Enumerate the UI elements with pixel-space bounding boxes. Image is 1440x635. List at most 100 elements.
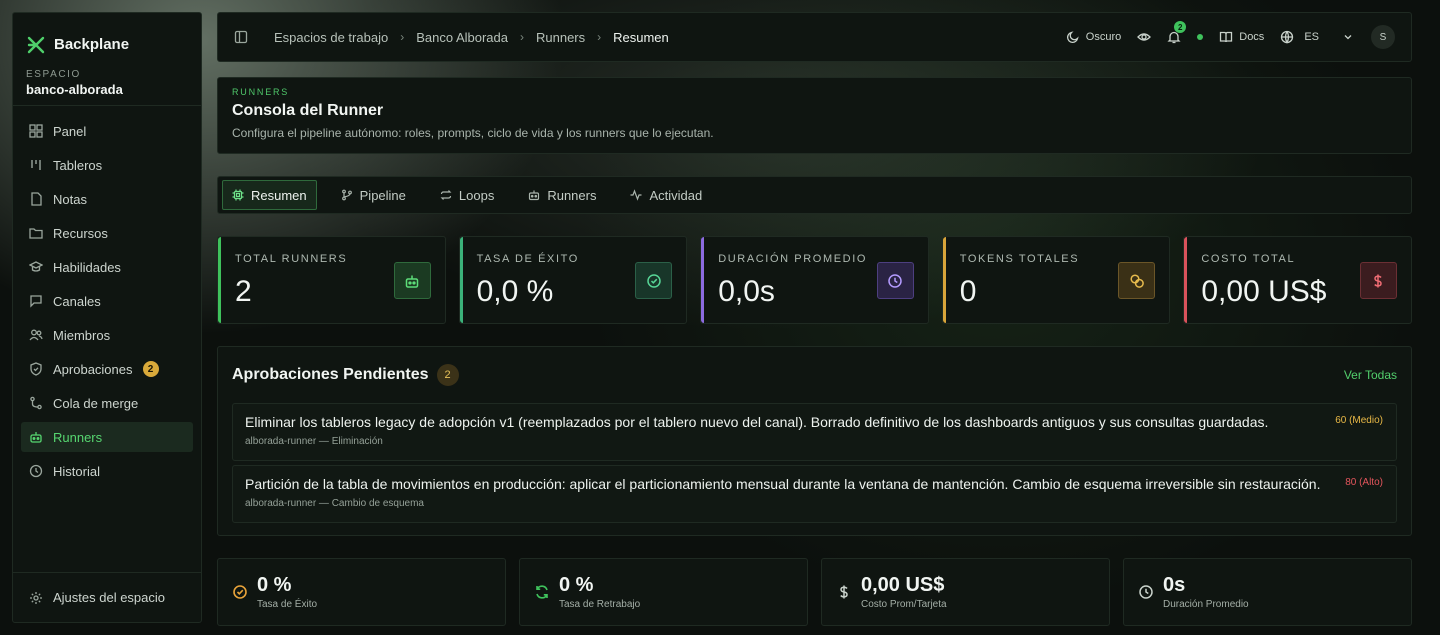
metric-label: Duración Promedio (1163, 599, 1249, 610)
eye-icon[interactable] (1137, 30, 1152, 44)
stat-card-avg-duration: DURACIÓN PROMEDIO 0,0s (700, 236, 929, 324)
chevron-right-icon: › (597, 30, 602, 44)
pending-approvals-header: Aprobaciones Pendientes 2 Ver Todas (232, 347, 1397, 403)
tab-label: Pipeline (359, 187, 406, 203)
stat-icon-box (635, 262, 673, 299)
file-icon (31, 192, 42, 206)
sidebar-item-label: Recursos (53, 225, 108, 241)
metric-card-success-rate: 0 % Tasa de Éxito (217, 558, 506, 626)
folder-icon (29, 228, 43, 239)
git-branch-icon (341, 189, 352, 201)
sidebar-item-runners[interactable]: Runners (21, 422, 193, 452)
view-all-approvals-link[interactable]: Ver Todas (1344, 368, 1397, 382)
sidebar-item-historial[interactable]: Historial (21, 456, 193, 486)
repeat-icon (440, 190, 452, 200)
breadcrumb-runners[interactable]: Runners (536, 30, 585, 45)
sidebar-item-label: Cola de merge (53, 395, 139, 411)
sidebar-nav: Panel Tableros Notas Recursos Habilidade… (13, 106, 201, 500)
approval-item-meta: alborada-runner — Cambio de esquema (245, 498, 424, 509)
sidebar-item-tableros[interactable]: Tableros (21, 150, 193, 180)
tab-label: Resumen (251, 187, 307, 203)
workspace-settings-link[interactable]: Ajustes del espacio (13, 572, 201, 622)
bot-icon (405, 275, 419, 288)
chevron-right-icon: › (400, 30, 405, 44)
sidebar-item-habilidades[interactable]: Habilidades (21, 252, 193, 282)
graduation-cap-icon (29, 261, 43, 272)
approval-item[interactable]: Partición de la tabla de movimientos en … (232, 465, 1397, 523)
tab-loops[interactable]: Loops (430, 180, 504, 210)
sidebar-item-canales[interactable]: Canales (21, 286, 193, 316)
breadcrumb-workspaces[interactable]: Espacios de trabajo (274, 30, 388, 45)
workspace-label: ESPACIO (26, 69, 81, 80)
shield-icon (30, 362, 42, 376)
stat-icon-box (1118, 262, 1156, 299)
tab-label: Runners (547, 187, 597, 203)
brand-name: Backplane (54, 36, 130, 53)
breadcrumb-current: Resumen (613, 29, 669, 45)
topbar: Espacios de trabajo › Banco Alborada › R… (217, 12, 1412, 62)
tab-runners[interactable]: Runners (518, 180, 606, 210)
sidebar-item-label: Canales (53, 293, 101, 309)
sidebar-item-label: Aprobaciones (53, 361, 133, 377)
avatar[interactable]: S (1371, 25, 1395, 49)
sidebar-item-notas[interactable]: Notas (21, 184, 193, 214)
tab-actividad[interactable]: Actividad (620, 180, 712, 210)
approval-risk-score: 80 (Alto) (1345, 477, 1383, 488)
sidebar-item-cola-de-merge[interactable]: Cola de merge (21, 388, 193, 418)
breadcrumb: Espacios de trabajo › Banco Alborada › R… (274, 30, 669, 45)
sidebar-item-label: Habilidades (53, 259, 121, 275)
sidebar-item-label: Notas (53, 191, 87, 207)
sidebar-item-label: Panel (53, 123, 87, 139)
chevron-down-icon (1344, 35, 1352, 40)
sidebar-item-panel[interactable]: Panel (21, 116, 193, 146)
tab-resumen[interactable]: Resumen (222, 180, 317, 210)
tab-pipeline[interactable]: Pipeline (331, 180, 416, 210)
theme-toggle-button[interactable]: Oscuro (1066, 30, 1121, 44)
approval-item-title: Eliminar los tableros legacy de adopción… (245, 414, 1269, 430)
metric-label: Tasa de Retrabajo (559, 599, 641, 610)
page-header: RUNNERS Consola del Runner Configura el … (217, 77, 1412, 154)
stat-icon-box (393, 262, 431, 299)
page-eyebrow: RUNNERS (232, 87, 290, 97)
stat-icon-box (1359, 262, 1397, 299)
metric-value: 0,00 US$ (861, 574, 945, 596)
metric-label: Costo Prom/Tarjeta (861, 599, 947, 610)
coins-icon (1130, 273, 1144, 288)
sidebar-item-label: Miembros (53, 327, 111, 343)
tab-bar: Resumen Pipeline Loops Runners Actividad (217, 176, 1412, 214)
approval-item-meta: alborada-runner — Eliminación (245, 436, 383, 447)
metric-value: 0s (1163, 574, 1186, 596)
sidebar-item-recursos[interactable]: Recursos (21, 218, 193, 248)
sidebar-toggle-icon[interactable] (234, 30, 248, 44)
tab-label: Actividad (649, 187, 703, 203)
stat-card-success-rate: TASA DE ÉXITO 0,0 % (458, 236, 688, 324)
stat-card-total-cost: COSTO TOTAL 0,00 US$ (1183, 236, 1412, 324)
workspace-settings-label: Ajustes del espacio (53, 590, 166, 605)
docs-link[interactable]: Docs (1219, 30, 1264, 44)
chat-icon (30, 295, 42, 308)
metric-label: Tasa de Éxito (257, 599, 318, 610)
workspace-name[interactable]: banco-alborada (13, 80, 201, 106)
stat-card-total-tokens: TOKENS TOTALES 0 (941, 236, 1171, 324)
backplane-logo-icon (27, 36, 45, 53)
brand[interactable]: Backplane (13, 13, 201, 61)
sidebar-item-miembros[interactable]: Miembros (21, 320, 193, 350)
metric-card-avg-cost: 0,00 US$ Costo Prom/Tarjeta (821, 558, 1110, 626)
language-selector[interactable]: ES (1280, 30, 1355, 44)
notifications-button[interactable]: 2 (1167, 21, 1187, 44)
merge-icon (30, 396, 42, 410)
clock-icon (1139, 585, 1153, 599)
breadcrumb-workspace[interactable]: Banco Alborada (416, 30, 508, 45)
approval-item-title: Partición de la tabla de movimientos en … (245, 476, 1321, 492)
check-circle-icon (233, 585, 247, 599)
sidebar-item-aprobaciones[interactable]: Aprobaciones 2 (21, 354, 193, 384)
sidebar: Backplane ESPACIO banco-alborada Panel T… (12, 12, 202, 623)
grid-icon (29, 124, 43, 138)
theme-label: Oscuro (1085, 31, 1122, 43)
chevron-right-icon: › (519, 30, 524, 44)
approval-item[interactable]: Eliminar los tableros legacy de adopción… (232, 403, 1397, 461)
metric-value: 0 % (257, 574, 292, 596)
globe-icon (1281, 30, 1294, 44)
clock-icon (888, 273, 903, 288)
columns-icon (31, 160, 41, 170)
